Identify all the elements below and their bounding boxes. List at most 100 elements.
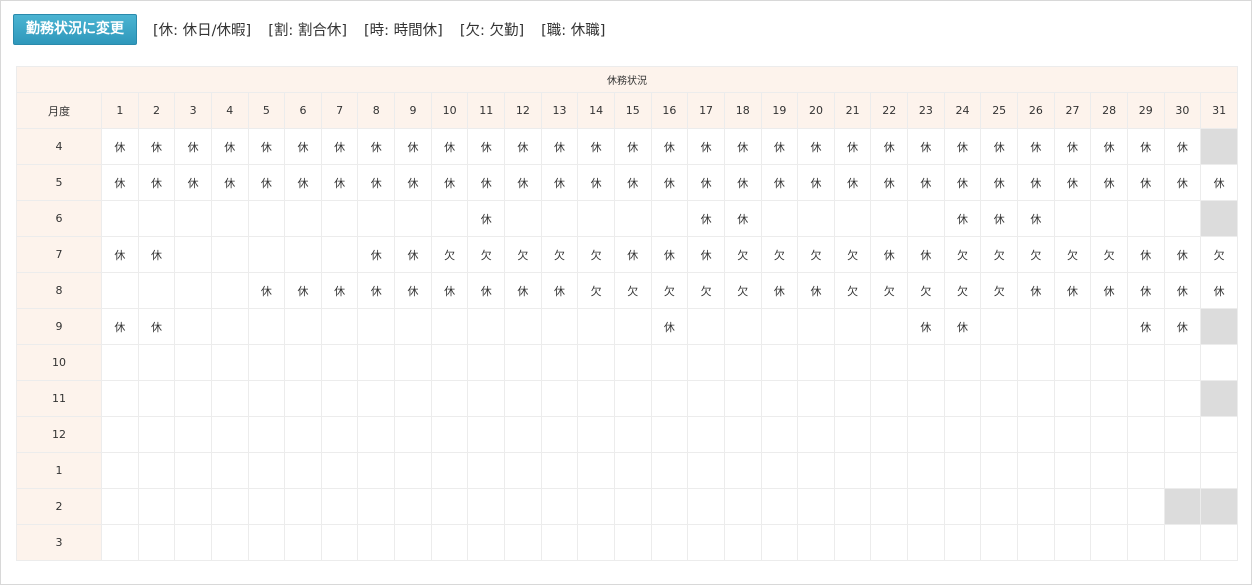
day-cell[interactable] (760, 452, 799, 489)
day-cell[interactable]: 休 (833, 164, 872, 201)
day-cell[interactable]: 休 (210, 164, 249, 201)
day-cell[interactable] (1126, 416, 1165, 453)
day-cell[interactable]: 休 (1200, 164, 1238, 201)
day-cell[interactable]: 欠 (943, 236, 982, 273)
day-cell[interactable] (174, 200, 212, 237)
day-cell[interactable] (760, 380, 799, 417)
day-cell[interactable] (394, 524, 432, 561)
day-cell[interactable] (137, 272, 176, 309)
day-cell[interactable] (650, 416, 689, 453)
day-cell[interactable] (833, 416, 872, 453)
day-cell[interactable] (210, 272, 249, 309)
day-cell[interactable]: 休 (1126, 236, 1165, 273)
day-cell[interactable] (210, 308, 249, 345)
day-cell[interactable]: 休 (540, 272, 579, 309)
day-cell[interactable] (210, 488, 249, 525)
day-cell[interactable] (1053, 308, 1092, 345)
day-cell[interactable] (797, 524, 835, 561)
day-cell[interactable] (797, 308, 835, 345)
day-cell[interactable] (723, 416, 762, 453)
day-cell[interactable]: 欠 (980, 236, 1019, 273)
day-cell[interactable] (980, 416, 1019, 453)
day-cell[interactable] (1017, 452, 1055, 489)
day-cell[interactable] (1053, 524, 1092, 561)
change-work-status-button[interactable]: 勤務状況に変更 (13, 13, 137, 45)
day-cell[interactable] (174, 524, 212, 561)
day-cell[interactable]: 欠 (723, 236, 762, 273)
day-cell[interactable]: 休 (320, 164, 359, 201)
day-cell[interactable] (1053, 416, 1092, 453)
day-cell[interactable] (137, 200, 176, 237)
day-cell[interactable] (430, 452, 469, 489)
day-cell[interactable]: 休 (1017, 272, 1055, 309)
day-cell[interactable]: 欠 (1053, 236, 1092, 273)
day-cell[interactable] (101, 452, 139, 489)
day-cell[interactable] (284, 416, 322, 453)
day-cell[interactable] (870, 452, 909, 489)
day-cell[interactable] (540, 524, 579, 561)
day-cell[interactable] (687, 524, 725, 561)
day-cell[interactable]: 欠 (467, 236, 506, 273)
day-cell[interactable] (540, 344, 579, 381)
day-cell[interactable]: 休 (760, 128, 799, 165)
day-cell[interactable] (430, 416, 469, 453)
day-cell[interactable]: 休 (357, 272, 396, 309)
day-cell[interactable] (137, 488, 176, 525)
day-cell[interactable] (284, 200, 322, 237)
day-cell[interactable] (797, 488, 835, 525)
day-cell[interactable] (320, 236, 359, 273)
day-cell[interactable]: 欠 (540, 236, 579, 273)
day-cell[interactable] (284, 452, 322, 489)
day-cell[interactable] (870, 344, 909, 381)
day-cell[interactable] (797, 200, 835, 237)
day-cell[interactable] (833, 200, 872, 237)
day-cell[interactable]: 休 (101, 128, 139, 165)
day-cell[interactable]: 休 (357, 128, 396, 165)
day-cell[interactable]: 休 (760, 164, 799, 201)
day-cell[interactable] (320, 308, 359, 345)
day-cell[interactable] (101, 488, 139, 525)
day-cell[interactable]: 欠 (1090, 236, 1128, 273)
day-cell[interactable] (137, 416, 176, 453)
day-cell[interactable] (870, 524, 909, 561)
day-cell[interactable] (174, 272, 212, 309)
day-cell[interactable] (1053, 452, 1092, 489)
day-cell[interactable]: 欠 (650, 272, 689, 309)
day-cell[interactable] (247, 236, 286, 273)
day-cell[interactable] (797, 380, 835, 417)
day-cell[interactable]: 休 (1163, 128, 1202, 165)
day-cell[interactable]: 休 (394, 164, 432, 201)
day-cell[interactable] (1126, 344, 1165, 381)
day-cell[interactable] (760, 416, 799, 453)
day-cell[interactable] (833, 452, 872, 489)
day-cell[interactable] (1163, 380, 1202, 417)
day-cell[interactable]: 休 (870, 128, 909, 165)
day-cell[interactable]: 休 (137, 308, 176, 345)
day-cell[interactable]: 欠 (430, 236, 469, 273)
day-cell[interactable] (247, 380, 286, 417)
day-cell[interactable]: 欠 (613, 272, 652, 309)
day-cell[interactable] (980, 488, 1019, 525)
day-cell[interactable] (394, 452, 432, 489)
day-cell[interactable] (613, 452, 652, 489)
day-cell[interactable]: 休 (687, 236, 725, 273)
day-cell[interactable] (284, 344, 322, 381)
day-cell[interactable] (1017, 380, 1055, 417)
day-cell[interactable] (394, 308, 432, 345)
day-cell[interactable] (1200, 344, 1238, 381)
day-cell[interactable] (210, 452, 249, 489)
day-cell[interactable] (1090, 488, 1128, 525)
day-cell[interactable] (1090, 416, 1128, 453)
day-cell[interactable]: 欠 (980, 272, 1019, 309)
day-cell[interactable] (723, 344, 762, 381)
day-cell[interactable] (1053, 380, 1092, 417)
day-cell[interactable] (357, 200, 396, 237)
day-cell[interactable] (540, 488, 579, 525)
day-cell[interactable]: 休 (174, 164, 212, 201)
day-cell[interactable]: 休 (1090, 128, 1128, 165)
day-cell[interactable] (1090, 452, 1128, 489)
day-cell[interactable]: 休 (504, 128, 542, 165)
day-cell[interactable] (504, 524, 542, 561)
day-cell[interactable] (247, 200, 286, 237)
day-cell[interactable]: 欠 (943, 272, 982, 309)
